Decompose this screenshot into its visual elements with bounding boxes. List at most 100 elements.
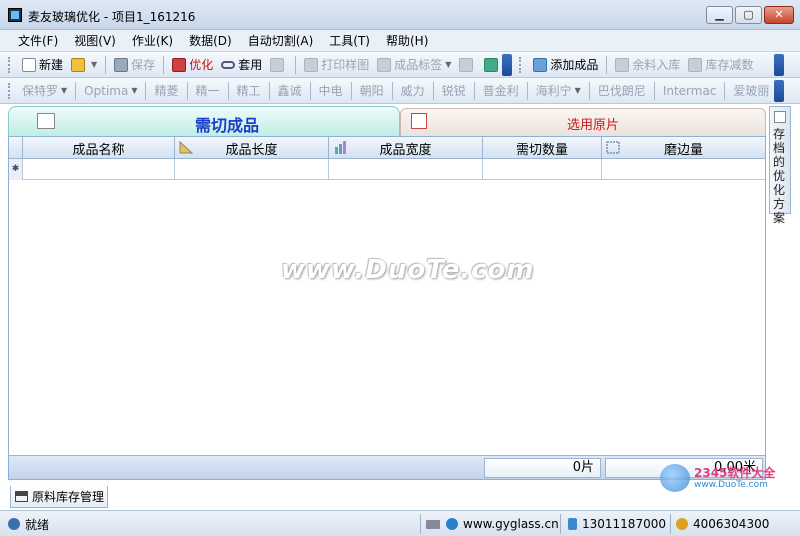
chevron-down-icon: ▼ — [574, 86, 581, 95]
toolbar-overflow-handle[interactable] — [502, 54, 512, 76]
toolbar-overflow-handle[interactable] — [774, 54, 784, 76]
tab-strip: 需切成品 选用原片 — [8, 106, 766, 136]
col-product-width[interactable]: 成品宽度 — [329, 137, 483, 159]
menu-view[interactable]: 视图(V) — [66, 32, 124, 49]
bars-icon — [335, 141, 346, 154]
col-edge-grinding[interactable]: 磨边量 — [602, 137, 765, 159]
info-icon — [8, 518, 20, 530]
machine-button[interactable]: 鑫诚 — [274, 80, 306, 102]
toolbar-grip[interactable] — [519, 56, 523, 73]
ruler-icon — [179, 141, 193, 154]
machine-button[interactable]: 威力 — [397, 80, 429, 102]
watermark: www.DuoTe.com — [281, 255, 535, 285]
cell-product-name[interactable] — [23, 159, 175, 180]
machine-button[interactable]: 中电 — [315, 80, 347, 102]
open-button[interactable]: ▼ — [67, 54, 101, 76]
grid-button[interactable] — [266, 54, 291, 76]
tab-required-products[interactable]: 需切成品 — [8, 106, 400, 136]
title-bar: 麦友玻璃优化 - 项目1_161216 ▁ ▢ ✕ — [0, 0, 800, 30]
main-toolbar: 新建 ▼ 保存 优化 套用 打印样图 成品标签 ▼ 添加成品 余料入库 库存减数 — [0, 52, 800, 78]
minimize-button[interactable]: ▁ — [706, 6, 733, 24]
stock-reduce-button[interactable]: 库存减数 — [684, 54, 757, 76]
cell-edge-grinding[interactable] — [602, 159, 765, 180]
machine-button[interactable]: 精菱 — [150, 80, 182, 102]
add-product-button[interactable]: 添加成品 — [529, 54, 602, 76]
keyboard-status — [426, 514, 445, 534]
total-pieces: 0片 — [484, 458, 601, 478]
col-product-length[interactable]: 成品长度 — [175, 137, 329, 159]
tools-icon — [484, 57, 499, 72]
keyboard-icon — [426, 519, 440, 529]
logo-icon — [660, 464, 690, 492]
machine-button[interactable]: 爱玻丽 — [729, 80, 773, 102]
globe-icon — [446, 518, 458, 530]
machine-button[interactable]: 巴伐朗尼 — [594, 80, 650, 102]
optimize-icon — [172, 57, 187, 72]
machine-toolbar: 保特罗 ▼ Optima ▼ 精菱 精一 精工 鑫诚 中电 朝阳 威力 锐锐 普金利… — [0, 78, 800, 104]
home-icon — [15, 491, 28, 502]
toolbar-overflow-handle[interactable] — [774, 80, 784, 102]
toolbar-grip[interactable] — [8, 56, 12, 73]
website-link[interactable]: www.gyglass.cn — [446, 514, 559, 534]
export-button[interactable] — [455, 54, 480, 76]
menu-file[interactable]: 文件(F) — [10, 32, 66, 49]
phone-number: 13011187000 — [568, 514, 666, 534]
menu-help[interactable]: 帮助(H) — [378, 32, 436, 49]
save-button[interactable]: 保存 — [110, 54, 159, 76]
apply-button[interactable]: 套用 — [217, 54, 266, 76]
cell-product-length[interactable] — [175, 159, 329, 180]
menu-job[interactable]: 作业(K) — [124, 32, 181, 49]
saved-plan-icon — [774, 111, 786, 123]
edge-icon — [606, 141, 620, 154]
document-icon — [459, 57, 474, 72]
menu-bar: 文件(F) 视图(V) 作业(K) 数据(D) 自动切割(A) 工具(T) 帮助… — [0, 30, 800, 52]
machine-button[interactable]: 普金利 — [479, 80, 523, 102]
close-button[interactable]: ✕ — [764, 6, 794, 24]
cell-cut-quantity[interactable] — [483, 159, 602, 180]
chevron-down-icon: ▼ — [131, 86, 138, 95]
menu-auto-cut[interactable]: 自动切割(A) — [240, 32, 322, 49]
saved-plans-label: 存档的优化方案 — [773, 127, 786, 225]
tab-selected-sheets[interactable]: 选用原片 — [400, 108, 766, 136]
products-icon — [37, 113, 55, 129]
app-icon — [8, 8, 22, 22]
window-title: 麦友玻璃优化 - 项目1_161216 — [28, 10, 196, 24]
toolbar-grip[interactable] — [8, 82, 12, 99]
maximize-button[interactable]: ▢ — [735, 6, 762, 24]
table-row-new: ✱ — [9, 159, 765, 180]
remnant-icon — [615, 57, 630, 72]
remnant-in-button[interactable]: 余料入库 — [611, 54, 684, 76]
chevron-down-icon: ▼ — [91, 60, 98, 69]
machine-button[interactable]: 精一 — [192, 80, 224, 102]
folder-icon — [71, 57, 86, 72]
machine-button[interactable]: 锐锐 — [438, 80, 470, 102]
new-row-marker: ✱ — [9, 159, 23, 180]
optimize-button[interactable]: 优化 — [168, 54, 217, 76]
saved-plans-panel[interactable]: 存档的优化方案 — [769, 106, 791, 225]
new-button[interactable]: 新建 — [18, 54, 67, 76]
chevron-down-icon: ▼ — [445, 60, 452, 69]
product-label-button[interactable]: 成品标签 ▼ — [373, 54, 455, 76]
product-grid: 成品名称 成品长度 成品宽度 需切数量 磨边量 ✱ www.DuoTe.com … — [8, 136, 766, 480]
tab-stock-management[interactable]: 原料库存管理 — [10, 486, 108, 508]
grid-header: 成品名称 成品长度 成品宽度 需切数量 磨边量 — [9, 137, 765, 159]
machine-button[interactable]: 精工 — [233, 80, 265, 102]
printer-icon — [304, 57, 319, 72]
save-icon — [114, 57, 129, 72]
stock-icon — [688, 57, 703, 72]
menu-tools[interactable]: 工具(T) — [321, 32, 378, 49]
qq-icon — [676, 518, 688, 530]
machine-button[interactable]: 保特罗 ▼ — [18, 80, 71, 102]
cell-product-width[interactable] — [329, 159, 483, 180]
machine-button[interactable]: 朝阳 — [356, 80, 388, 102]
print-layout-button[interactable]: 打印样图 — [300, 54, 373, 76]
machine-button[interactable]: 海利宁 ▼ — [532, 80, 585, 102]
machine-button[interactable]: Intermac — [659, 80, 721, 102]
hotline-number: 4006304300 — [676, 514, 769, 534]
grid-icon — [270, 57, 285, 72]
machine-button[interactable]: Optima ▼ — [80, 80, 141, 102]
col-cut-quantity[interactable]: 需切数量 — [483, 137, 602, 159]
col-product-name[interactable]: 成品名称 — [23, 137, 175, 159]
menu-data[interactable]: 数据(D) — [181, 32, 240, 49]
grid-summary: 0片 0.00米 — [9, 455, 765, 479]
